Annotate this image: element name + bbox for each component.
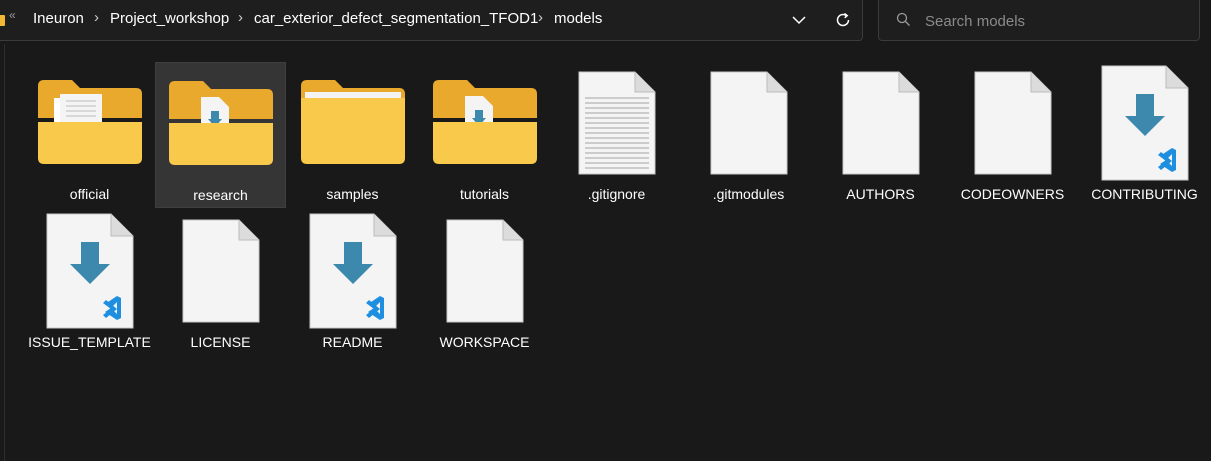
overflow-chevron-icon[interactable]: « [9,8,16,22]
history-dropdown-button[interactable] [785,6,813,34]
file-item-gitignore[interactable]: .gitignore [551,62,682,208]
search-input[interactable] [923,8,1187,34]
folder-icon [37,80,142,164]
markdown-vscode-file-icon [1101,65,1188,181]
markdown-vscode-file-icon [46,213,133,329]
chevron-right-icon[interactable]: › [538,9,543,26]
file-name: LICENSE [190,334,251,350]
folder-icon [168,81,273,165]
blank-file-icon [182,219,259,323]
file-name: official [69,186,110,202]
folder-icon [300,80,405,164]
file-name: WORKSPACE [439,334,530,350]
breadcrumb-item-car-exterior[interactable]: car_exterior_defect_segmentation_TFOD1 [254,10,538,27]
file-item-gitmodules[interactable]: .gitmodules [683,62,814,208]
file-name: CODEOWNERS [960,186,1065,202]
file-name: .gitignore [587,186,646,202]
file-item-issue-template[interactable]: ISSUE_TEMPLATE [24,210,155,356]
pane-border [4,44,5,461]
markdown-vscode-file-icon [309,213,396,329]
file-name: .gitmodules [712,186,785,202]
file-item-workspace[interactable]: WORKSPACE [419,210,550,356]
file-item-readme[interactable]: README [287,210,418,356]
blank-file-icon [974,71,1051,175]
file-item-tutorials[interactable]: tutorials [419,62,550,208]
chevron-right-icon[interactable]: › [238,9,243,26]
breadcrumb-item-project-workshop[interactable]: Project_workshop [110,10,229,27]
file-name: samples [326,186,379,202]
refresh-icon [836,12,850,27]
chevron-down-icon [792,16,806,25]
blank-file-icon [842,71,919,175]
address-toolbar: « Ineuron › Project_workshop › car_exter… [0,0,1211,44]
file-item-codeowners[interactable]: CODEOWNERS [947,62,1078,208]
address-bar[interactable]: « Ineuron › Project_workshop › car_exter… [0,0,863,41]
file-name: ISSUE_TEMPLATE [28,334,151,350]
text-file-icon [578,71,655,175]
folder-icon [0,15,5,26]
file-item-research[interactable]: research [155,62,286,208]
file-item-authors[interactable]: AUTHORS [815,62,946,208]
breadcrumb-item-models[interactable]: models [554,10,602,27]
file-name: AUTHORS [846,186,915,202]
file-item-official[interactable]: official [24,62,155,208]
file-item-contributing[interactable]: CONTRIBUTING [1079,62,1210,208]
file-name: CONTRIBUTING [1091,186,1198,202]
chevron-right-icon[interactable]: › [94,9,99,26]
breadcrumb-item-ineuron[interactable]: Ineuron [33,10,84,27]
search-icon [896,12,910,26]
file-name: tutorials [459,186,510,202]
file-item-samples[interactable]: samples [287,62,418,208]
blank-file-icon [446,219,523,323]
folder-icon [432,80,537,164]
search-box[interactable] [878,0,1200,41]
file-name: README [322,334,383,350]
file-item-license[interactable]: LICENSE [155,210,286,356]
refresh-button[interactable] [829,6,857,34]
file-name: research [193,187,248,203]
blank-file-icon [710,71,787,175]
